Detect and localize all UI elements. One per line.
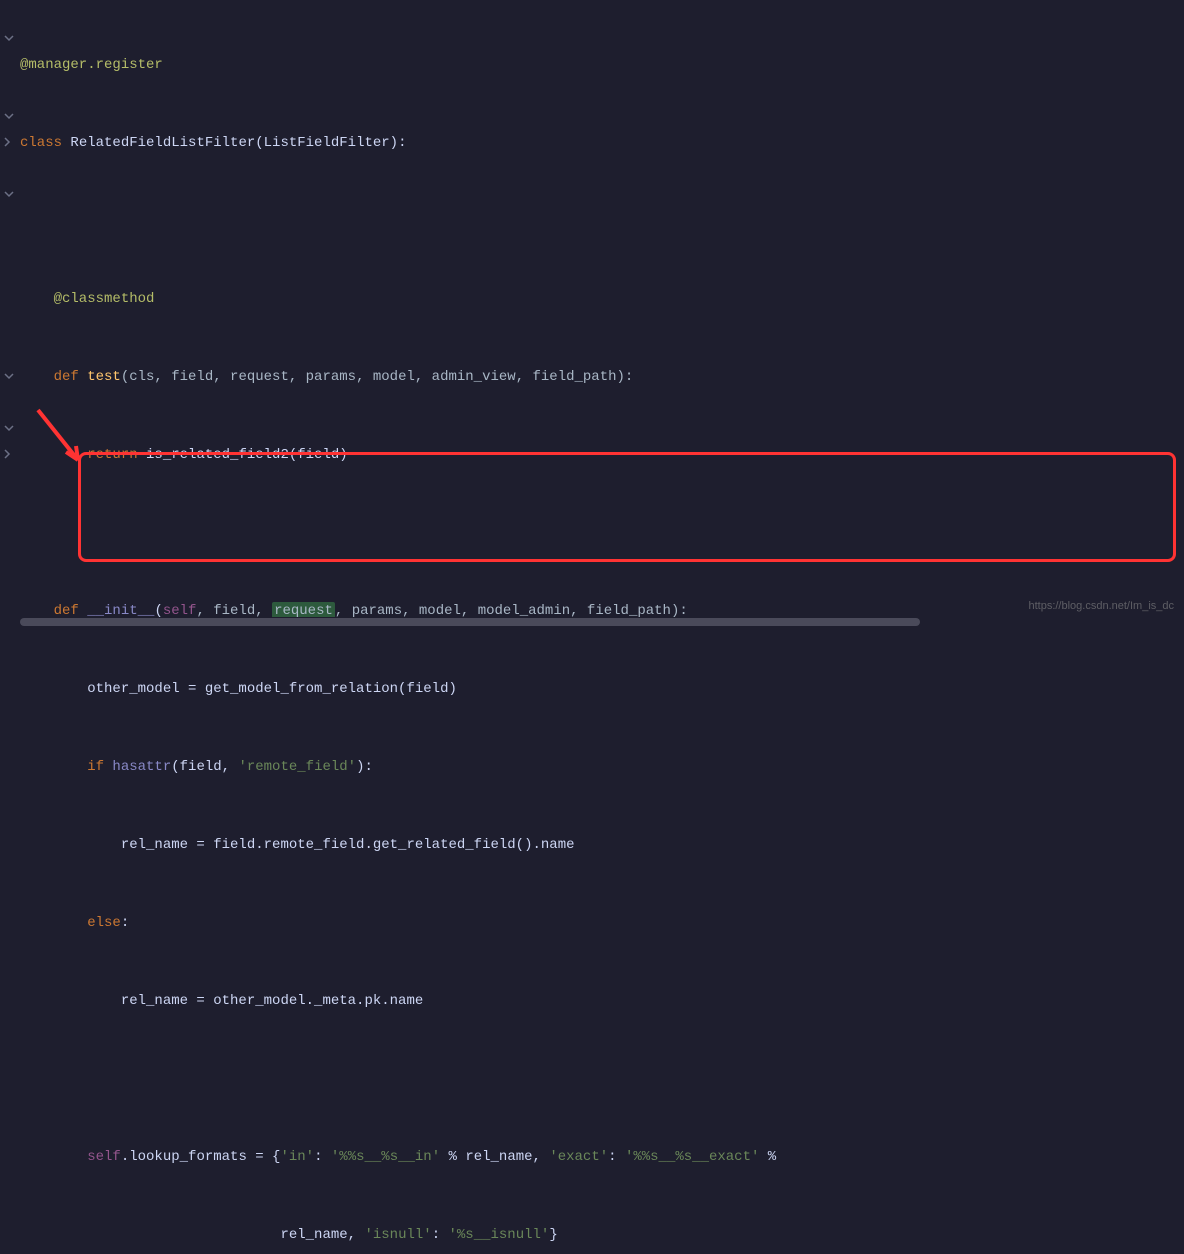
keyword-if: if [20,759,112,775]
pad: rel_name, [20,1227,364,1243]
string: 'in' [280,1149,314,1165]
code-editor[interactable]: @manager.register class RelatedFieldList… [0,0,1184,627]
code-line: rel_name = field.remote_field.get_relate… [20,837,575,853]
fold-icon[interactable] [3,32,15,44]
keyword-def: def [20,369,87,385]
params: (cls, field, request, params, model, adm… [121,369,633,385]
c: % [759,1149,776,1165]
fold-icon[interactable] [3,110,15,122]
fold-icon[interactable] [3,136,15,148]
fold-icon[interactable] [3,448,15,460]
end: ): [356,759,373,775]
decorator: @classmethod [20,291,154,307]
watermark-text: https://blog.csdn.net/Im_is_dc [1028,593,1174,619]
string: 'remote_field' [238,759,356,775]
class-name: RelatedFieldListFilter(ListFieldFilter): [70,135,406,151]
string: '%%s__%s__exact' [625,1149,759,1165]
keyword-else: else [20,915,121,931]
c: : [432,1227,449,1243]
code-line: other_model = get_model_from_relation(fi… [20,681,457,697]
end: } [549,1227,557,1243]
args: (field, [171,759,238,775]
string: '%s__isnull' [449,1227,550,1243]
decorator: @manager.register [20,57,163,73]
builtin-hasattr: hasattr [112,759,171,775]
mid: .lookup_formats = { [121,1149,281,1165]
string: '%%s__%s__in' [331,1149,440,1165]
c: % rel_name, [440,1149,549,1165]
colon: : [121,915,129,931]
scrollbar-thumb[interactable] [20,618,920,626]
method-name: test [87,369,121,385]
c: : [608,1149,625,1165]
string: 'exact' [549,1149,608,1165]
fold-icon[interactable] [3,188,15,200]
self: self [20,1149,121,1165]
code-line: rel_name = other_model._meta.pk.name [20,993,423,1009]
call: is_related_field2(field) [146,447,348,463]
keyword-return: return [20,447,146,463]
fold-gutter [0,0,18,627]
horizontal-scrollbar[interactable] [0,617,1184,627]
code-content[interactable]: @manager.register class RelatedFieldList… [18,0,1184,627]
keyword-class: class [20,135,70,151]
c: : [314,1149,331,1165]
fold-icon[interactable] [3,370,15,382]
string: 'isnull' [364,1227,431,1243]
fold-icon[interactable] [3,422,15,434]
